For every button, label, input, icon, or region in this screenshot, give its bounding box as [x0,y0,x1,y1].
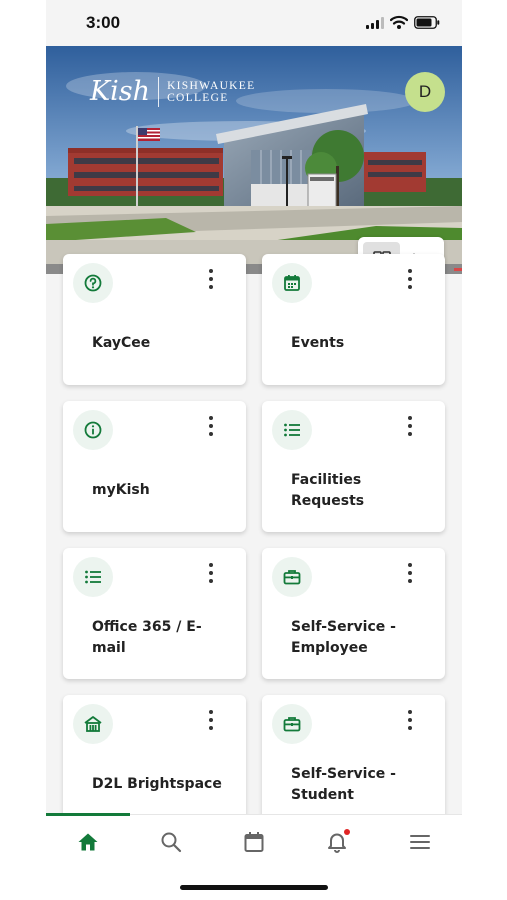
search-icon [161,832,182,853]
info-circle-icon [73,410,113,450]
more-options-icon[interactable] [403,415,417,437]
logo-script: Kish [90,76,151,107]
logo-line-2: COLLEGE [167,91,229,104]
tile-label: Office 365 / E-mail [92,619,202,656]
logo-line-1: KISHWAUKEE [167,79,256,92]
status-bar: 3:00 [46,0,462,46]
tile-label: Events [291,335,345,351]
bottom-navigation [46,813,462,900]
tile-facilities-requests[interactable]: Facilities Requests [262,401,445,532]
tile-office-365[interactable]: Office 365 / E-mail [63,548,246,679]
tile-self-service-employee[interactable]: Self-Service - Employee [262,548,445,679]
tile-kaycee[interactable]: KayCee [63,254,246,385]
header-banner: Kish KISHWAUKEE COLLEGE D [46,46,462,274]
user-avatar[interactable]: D [405,72,445,112]
nav-search[interactable] [156,829,186,855]
tile-label: Self-Service - Employee [291,619,396,656]
tile-label: KayCee [92,335,151,351]
briefcase-icon [272,557,312,597]
more-options-icon[interactable] [204,415,218,437]
tile-d2l-brightspace[interactable]: D2L Brightspace [63,695,246,826]
briefcase-icon [272,704,312,744]
battery-icon [414,16,440,29]
notification-bell-icon [328,833,346,853]
more-options-icon[interactable] [403,709,417,731]
college-logo: Kish KISHWAUKEE COLLEGE [90,76,255,107]
nav-home[interactable] [73,829,103,855]
tile-label: Facilities Requests [291,472,365,509]
calendar-icon [244,832,264,852]
tile-label: Self-Service - Student [291,766,396,803]
tile-label: myKish [92,482,150,498]
tile-self-service-student[interactable]: Self-Service - Student [262,695,445,826]
nav-calendar[interactable] [239,829,269,855]
more-options-icon[interactable] [403,268,417,290]
menu-icon [410,835,430,849]
nav-notifications[interactable] [322,829,352,855]
list-icon [272,410,312,450]
status-time: 3:00 [86,13,121,32]
tile-mykish[interactable]: myKish [63,401,246,532]
wifi-icon [390,15,408,29]
logo-wordmark: KISHWAUKEE COLLEGE [167,80,255,104]
more-options-icon[interactable] [204,709,218,731]
home-indicator[interactable] [180,885,328,890]
help-circle-icon [73,263,113,303]
logo-divider [158,76,160,107]
calendar-icon [272,263,312,303]
home-icon [78,833,98,851]
more-options-icon[interactable] [403,562,417,584]
notification-badge [344,829,350,835]
nav-menu[interactable] [405,829,435,855]
list-icon [73,557,113,597]
app-screen: 3:00 Kish KISHWAUKEE COLLEGE D KayCee Ev… [46,0,462,900]
more-options-icon[interactable] [204,562,218,584]
more-options-icon[interactable] [204,268,218,290]
active-tab-indicator [46,813,130,816]
tile-label: D2L Brightspace [92,776,222,792]
campus-icon [73,704,113,744]
tile-events[interactable]: Events [262,254,445,385]
cellular-signal-icon [366,17,384,29]
